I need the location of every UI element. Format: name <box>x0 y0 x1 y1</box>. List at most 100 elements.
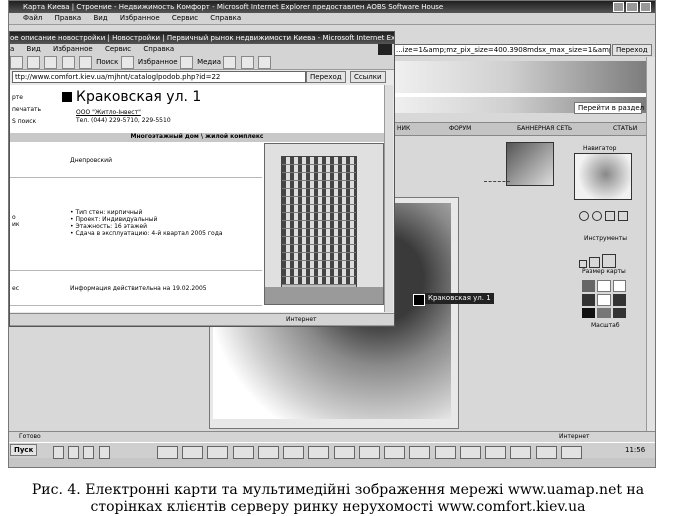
status-zone: Интернет <box>559 433 590 440</box>
minimize-icon[interactable] <box>613 2 625 12</box>
front-scrollbar[interactable] <box>384 85 393 312</box>
navigator-label: Навигатор <box>583 145 617 152</box>
nav-link[interactable]: НИК <box>397 123 410 135</box>
nav-link[interactable]: БАННЕРНАЯ СЕТЬ <box>517 123 572 135</box>
scale-option[interactable] <box>582 294 596 306</box>
map-size-label: Размер карты <box>582 268 626 275</box>
front-toolbar: Поиск Избранное Медиа <box>10 55 394 70</box>
zoom-out-icon[interactable] <box>592 211 602 221</box>
section-select[interactable]: Перейти в раздел <box>574 102 644 114</box>
menu-item[interactable]: Вид <box>27 45 41 53</box>
taskbar-window-button[interactable] <box>510 445 532 459</box>
media-icon[interactable] <box>179 55 193 69</box>
close-icon[interactable] <box>639 2 651 12</box>
scale-option[interactable] <box>612 294 626 306</box>
quick-launch-icon[interactable] <box>83 445 95 459</box>
taskbar-window-button[interactable] <box>283 445 305 459</box>
back-arrow-icon[interactable] <box>10 55 23 69</box>
navigator-minimap[interactable] <box>574 153 632 200</box>
quick-launch-icon[interactable] <box>53 445 64 459</box>
building-marker-icon[interactable] <box>413 294 425 306</box>
size-medium-option[interactable] <box>589 257 600 268</box>
specs-list: • Тип стен: кирпичный • Проект: Индивиду… <box>70 209 223 237</box>
taskbar-window-button[interactable] <box>560 445 582 459</box>
menu-item[interactable]: Избранное <box>120 14 160 22</box>
maximize-icon[interactable] <box>626 2 638 12</box>
taskbar-window-button[interactable] <box>434 445 456 459</box>
taskbar-window-button[interactable] <box>182 445 204 459</box>
back-go-button[interactable]: Переход <box>612 44 652 56</box>
start-button[interactable]: Пуск <box>10 444 38 456</box>
taskbar-window-button[interactable] <box>535 445 557 459</box>
scale-option[interactable] <box>612 280 626 292</box>
taskbar-window-button[interactable] <box>308 445 330 459</box>
front-window-titlebar[interactable]: ое описание новостройки | Новостройки | … <box>10 32 394 44</box>
taskbar-window-button[interactable] <box>157 445 178 459</box>
menu-item[interactable]: Вид <box>93 14 107 22</box>
refresh-icon[interactable] <box>61 55 75 69</box>
menu-item[interactable]: Избранное <box>53 45 93 53</box>
front-address-field[interactable]: ttp://www.comfort.kiev.ua/mjhnt/catalogl… <box>12 71 306 83</box>
left-nav-search[interactable]: S поиск <box>12 118 36 126</box>
scale-option[interactable] <box>597 308 611 318</box>
scale-option[interactable] <box>597 294 611 306</box>
search-button[interactable]: Поиск <box>96 58 118 66</box>
figure-caption-line-2: сторінках клієнтів серверу ринку нерухом… <box>90 499 586 515</box>
taskbar-buttons <box>157 445 584 460</box>
front-go-button[interactable]: Переход <box>306 71 346 83</box>
quick-launch-icon[interactable] <box>98 445 110 459</box>
media-button[interactable]: Медиа <box>197 58 221 66</box>
taskbar-window-button[interactable] <box>485 445 507 459</box>
menu-item[interactable]: а <box>10 45 14 53</box>
history-icon[interactable] <box>223 55 237 69</box>
links-button[interactable]: Ссылки <box>350 71 386 83</box>
print-icon[interactable] <box>257 55 271 69</box>
back-window-titlebar[interactable]: Карта Киева | Строение - Недвижимость Ко… <box>9 1 655 13</box>
zoom-in-icon[interactable] <box>579 211 589 221</box>
taskbar-window-button[interactable] <box>459 445 481 459</box>
nav-link[interactable]: СТАТЬИ <box>613 123 637 135</box>
info-icon[interactable] <box>618 211 628 221</box>
table-row: Днепровский <box>10 143 262 178</box>
scale-option[interactable] <box>582 308 596 318</box>
back-address-field[interactable]: ...ize=1&amp;mz_pix_size=400.3908mdsx_ma… <box>393 44 611 56</box>
company-link[interactable]: ООО "Житло-Інвест" <box>76 109 141 117</box>
back-window-scrollbar[interactable] <box>646 57 655 431</box>
taskbar-window-button[interactable] <box>384 445 406 459</box>
desktop-screenshot: Карта Киева | Строение - Недвижимость Ко… <box>8 0 656 468</box>
taskbar-window-button[interactable] <box>358 445 380 459</box>
scale-option[interactable] <box>597 280 611 292</box>
taskbar-window-button[interactable] <box>232 445 254 459</box>
quick-launch-icon[interactable] <box>68 445 80 459</box>
size-small-option[interactable] <box>579 260 587 268</box>
left-nav-print[interactable]: рте <box>12 94 23 102</box>
district-value: Днепровский <box>70 157 112 164</box>
menu-item[interactable]: Сервис <box>172 14 198 22</box>
stop-icon[interactable] <box>44 55 58 69</box>
menu-item[interactable]: Справка <box>210 14 241 22</box>
taskbar-window-button[interactable] <box>257 445 279 459</box>
home-icon[interactable] <box>78 55 92 69</box>
nav-link[interactable]: ФОРУМ <box>449 123 471 135</box>
menu-item[interactable]: Справка <box>143 45 174 53</box>
menu-item[interactable]: Сервис <box>105 45 131 53</box>
left-nav-print[interactable]: печатать <box>12 106 41 114</box>
size-large-option[interactable] <box>602 254 616 268</box>
menu-item[interactable]: Файл <box>23 14 42 22</box>
building-photo <box>264 143 384 305</box>
forward-arrow-icon[interactable] <box>27 55 41 69</box>
menu-item[interactable]: Правка <box>55 14 82 22</box>
pan-icon[interactable] <box>605 211 615 221</box>
taskbar-window-button[interactable] <box>333 445 355 459</box>
favorites-icon[interactable] <box>120 55 134 69</box>
favorites-button[interactable]: Избранное <box>138 58 178 66</box>
spec-item: • Сдача в эксплуатацию: 4-й квартал 2005… <box>70 230 223 237</box>
scale-option[interactable] <box>612 308 626 318</box>
mail-icon[interactable] <box>240 55 254 69</box>
front-browser-window: ое описание новостройки | Новостройки | … <box>9 31 395 327</box>
figure-caption-line-1: Рис. 4. Електронні карти та мультимедійн… <box>31 482 645 498</box>
taskbar-window-button[interactable] <box>409 445 431 459</box>
map-preview-image[interactable] <box>506 142 554 186</box>
scale-option[interactable] <box>582 280 596 292</box>
taskbar-window-button[interactable] <box>207 445 229 459</box>
